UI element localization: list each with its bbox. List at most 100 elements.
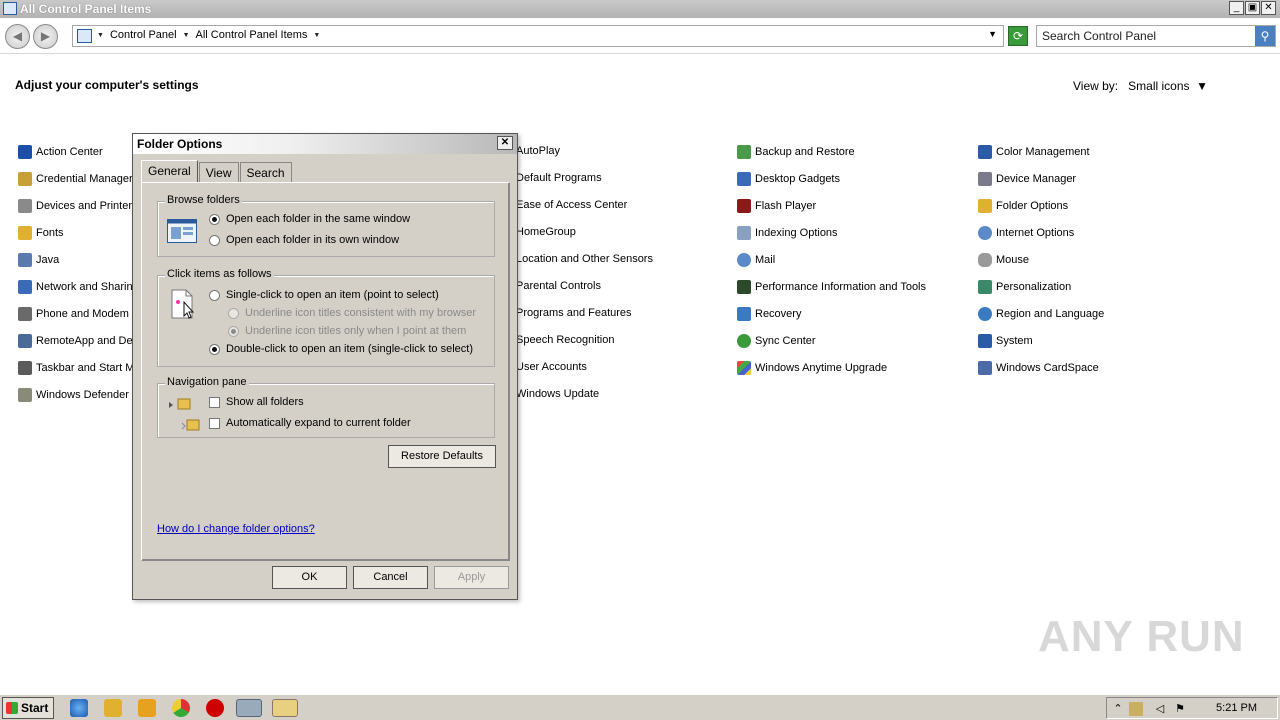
address-bar[interactable]: ▼ Control Panel ▼ All Control Panel Item… [72,25,1004,47]
open-same-window-option[interactable]: Open each folder in the same window [209,213,410,225]
item-flash-player[interactable]: Flash Player [737,199,816,213]
breadcrumb: ▼ Control Panel ▼ All Control Panel Item… [97,29,320,41]
single-click-option[interactable]: Single-click to open an item (point to s… [209,289,439,301]
radio-own-window[interactable] [209,234,220,246]
item-speech-recognition[interactable]: Speech Recognition [516,334,614,346]
item-windows-defender[interactable]: Windows Defender [18,388,129,402]
breadcrumb-control-panel[interactable]: Control Panel [110,29,177,41]
control-panel-task-icon[interactable] [236,699,262,717]
back-button[interactable]: ◀ [5,24,30,49]
item-anytime-upgrade[interactable]: Windows Anytime Upgrade [737,361,887,375]
indexing-icon [737,226,751,240]
open-own-window-option[interactable]: Open each folder in its own window [209,234,399,246]
ok-button[interactable]: OK [272,566,347,589]
cancel-button[interactable]: Cancel [353,566,428,589]
internet-explorer-icon[interactable] [70,699,88,717]
radio-underline-browser [228,307,239,319]
item-remoteapp[interactable]: RemoteApp and Des [18,334,138,348]
item-credential-manager[interactable]: Credential Manager [18,172,133,186]
item-color-management[interactable]: Color Management [978,145,1090,159]
help-link[interactable]: How do I change folder options? [157,523,315,535]
item-default-programs[interactable]: Default Programs [516,172,602,184]
show-all-folders-checkbox[interactable] [209,396,220,408]
search-input[interactable] [1037,26,1255,46]
clock[interactable]: 5:21 PM [1216,702,1257,714]
flag-icon [18,145,32,159]
search-icon[interactable]: ⚲ [1255,26,1275,46]
item-folder-options[interactable]: Folder Options [978,199,1068,213]
item-region-language[interactable]: Region and Language [978,307,1104,321]
auto-expand-checkbox[interactable] [209,417,220,429]
item-programs-features[interactable]: Programs and Features [516,307,632,319]
item-java[interactable]: Java [18,253,59,267]
item-windows-cardspace[interactable]: Windows CardSpace [978,361,1099,375]
show-all-folders-option[interactable]: Show all folders [209,396,304,408]
opera-icon[interactable] [206,699,224,717]
show-hidden-icons-icon[interactable]: ⌃ [1111,702,1125,716]
item-network-sharing[interactable]: Network and Sharing [18,280,139,294]
item-internet-options[interactable]: Internet Options [978,226,1074,240]
performance-icon [737,280,751,294]
item-taskbar-start[interactable]: Taskbar and Start M [18,361,134,375]
start-button[interactable]: Start [2,697,54,719]
item-ease-of-access[interactable]: Ease of Access Center [516,199,627,211]
item-sync-center[interactable]: Sync Center [737,334,816,348]
restore-defaults-button[interactable]: Restore Defaults [388,445,496,468]
item-windows-update[interactable]: Windows Update [516,388,599,400]
radio-double-click[interactable] [209,343,220,355]
item-devices-printers[interactable]: Devices and Printers [18,199,138,213]
breadcrumb-all-items[interactable]: All Control Panel Items [196,29,308,41]
click-items-group: Click items as follows Single-click to o… [157,268,495,367]
item-autoplay[interactable]: AutoPlay [516,145,560,157]
network-tray-icon[interactable] [1129,702,1143,716]
minimize-button[interactable]: _ [1229,1,1244,15]
watermark-logo: ANY RUN [1038,612,1245,661]
refresh-button[interactable]: ⟳ [1008,26,1028,46]
item-recovery[interactable]: Recovery [737,307,801,321]
view-by-dropdown[interactable]: Small icons ▼ [1128,79,1208,93]
item-mail[interactable]: Mail [737,253,775,267]
window-controls: _ ▣ ✕ [1229,1,1276,15]
dialog-close-button[interactable]: ✕ [497,136,513,150]
recovery-icon [737,307,751,321]
close-button[interactable]: ✕ [1261,1,1276,15]
auto-expand-option[interactable]: Automatically expand to current folder [209,417,411,429]
tab-view[interactable]: View [198,162,239,183]
chevron-down-icon[interactable]: ▼ [183,32,190,39]
item-desktop-gadgets[interactable]: Desktop Gadgets [737,172,840,186]
apply-button[interactable]: Apply [434,566,509,589]
item-fonts[interactable]: Fonts [18,226,64,240]
chevron-down-icon[interactable]: ▼ [97,32,104,39]
tab-search[interactable]: Search [239,162,292,183]
explorer-folder-icon[interactable] [104,699,122,717]
chrome-icon[interactable] [172,699,190,717]
item-phone-modem[interactable]: Phone and Modem [18,307,129,321]
printer-icon [18,199,32,213]
system-tray: ⌃ ◁ ⚑ 5:21 PM [1106,697,1278,719]
monitor-icon [978,145,992,159]
folder-options-task-icon[interactable] [272,699,298,717]
item-action-center[interactable]: Action Center [18,145,103,159]
item-homegroup[interactable]: HomeGroup [516,226,576,238]
item-personalization[interactable]: Personalization [978,280,1071,294]
item-user-accounts[interactable]: User Accounts [516,361,587,373]
restore-button[interactable]: ▣ [1245,1,1260,15]
item-location-sensors[interactable]: Location and Other Sensors [516,253,653,265]
double-click-option[interactable]: Double-click to open an item (single-cli… [209,343,473,355]
forward-button[interactable]: ▶ [33,24,58,49]
radio-same-window[interactable] [209,213,220,225]
item-performance[interactable]: Performance Information and Tools [737,280,926,294]
item-system[interactable]: System [978,334,1033,348]
chevron-down-icon[interactable]: ▼ [313,32,320,39]
action-center-flag-icon[interactable]: ⚑ [1173,702,1187,716]
item-mouse[interactable]: Mouse [978,253,1029,267]
volume-icon[interactable]: ◁ [1153,702,1167,716]
radio-single-click[interactable] [209,289,220,301]
item-device-manager[interactable]: Device Manager [978,172,1076,186]
item-backup-restore[interactable]: Backup and Restore [737,145,855,159]
item-parental-controls[interactable]: Parental Controls [516,280,601,292]
address-dropdown-icon[interactable]: ▼ [988,29,997,39]
tab-general[interactable]: General [141,160,198,182]
media-player-icon[interactable] [138,699,156,717]
item-indexing-options[interactable]: Indexing Options [737,226,838,240]
